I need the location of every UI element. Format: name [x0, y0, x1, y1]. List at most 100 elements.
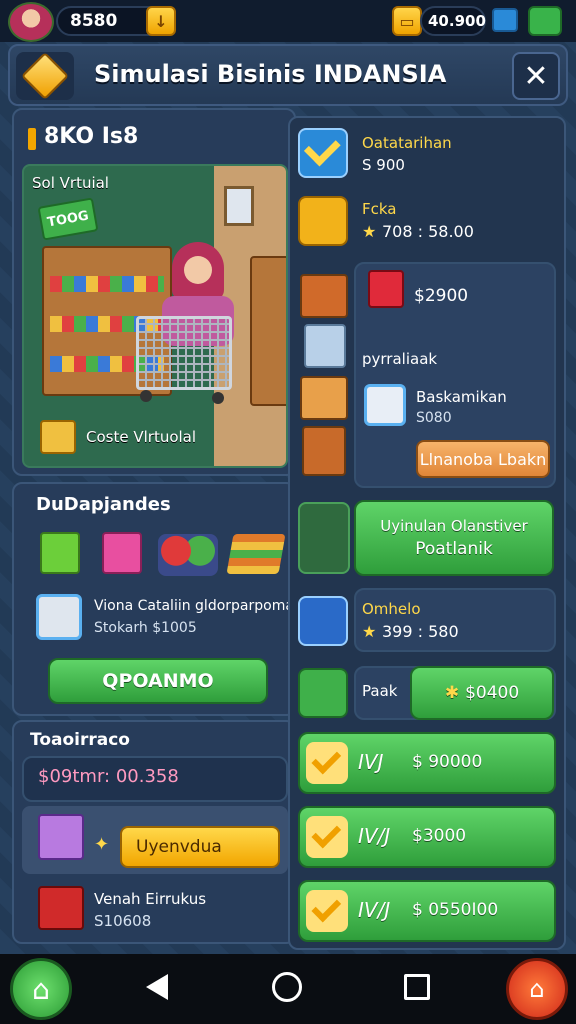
promo-line1: Uyinulan Olanstiver	[380, 517, 528, 535]
offer-button-label: Llnanoba Lbakn	[419, 449, 547, 469]
reward-value: $ 90000	[412, 752, 483, 772]
shopkeeper-face	[184, 256, 212, 284]
pen-icon-box[interactable]	[298, 502, 350, 574]
status-bar: 8580 ↓ ▭ 40.900	[0, 0, 576, 42]
shop-button[interactable]: ⌂	[506, 958, 568, 1020]
balance-amount: $09tmr: 00.358	[38, 766, 179, 787]
crate-icon-1	[300, 274, 348, 318]
stat-row	[354, 588, 556, 652]
gift-price: $2900	[414, 286, 469, 306]
chest-icon[interactable]: ▭	[392, 6, 422, 36]
buy-button[interactable]: QPOANMO	[48, 658, 268, 704]
task-check-icon[interactable]	[298, 128, 348, 178]
products-heading: DuDapjandes	[36, 494, 171, 515]
books-icon[interactable]	[226, 534, 286, 574]
shelf-row-1	[50, 276, 164, 292]
pack-label: Paak	[362, 682, 398, 700]
shopping-cart	[136, 316, 232, 390]
scene-label: Sol Vrtuial	[32, 174, 109, 192]
back-nav-icon[interactable]	[146, 974, 168, 1000]
transactions-panel: Toaoirraco $09tmr: 00.358 ✦ Uyenvdua Ven…	[12, 720, 296, 944]
gift-box-icon	[368, 270, 404, 308]
pack-star-icon: ✱	[444, 683, 460, 703]
spark-icon: ✦	[94, 834, 110, 855]
box-icon	[40, 420, 76, 454]
close-button[interactable]: ✕	[512, 52, 560, 100]
scene-sign-text: TOOG	[46, 207, 90, 231]
home-icon: ⌂	[32, 972, 50, 1006]
money-value: 8580	[70, 11, 118, 31]
pack-value: $0400	[465, 683, 520, 703]
add-gem-icon[interactable]	[528, 6, 562, 36]
gift-icon[interactable]	[102, 532, 142, 574]
task1-title: Oatatarihan	[362, 134, 452, 152]
promo-button[interactable]: Uyinulan Olanstiver Poatlanik	[354, 500, 554, 576]
crate-icon-4	[302, 426, 346, 476]
reward-code: IVJ	[358, 750, 384, 774]
navigation-bar: ⌂ ⌂	[0, 954, 576, 1024]
check-badge-icon	[306, 816, 348, 858]
reward-code: IV/J	[358, 898, 391, 922]
pack-button[interactable]: ✱ $0400	[410, 666, 554, 720]
transactions-heading: Toaoirraco	[30, 730, 130, 750]
cart-wheel-1	[140, 390, 152, 402]
offer-thumb[interactable]	[364, 384, 406, 426]
stat-value: 399 : 580	[382, 622, 459, 641]
task2-title: Fcka	[362, 200, 397, 218]
wall-frame	[224, 186, 254, 226]
offer-section-label: pyrraliaak	[362, 350, 438, 368]
purple-box-icon	[38, 814, 84, 860]
home-button[interactable]: ⌂	[10, 958, 72, 1020]
crate-icon-2	[304, 324, 346, 368]
offer-button[interactable]: Llnanoba Lbakn	[416, 440, 550, 478]
store-scene[interactable]: Sol Vrtuial TOOG Coste Vlrtuolal	[22, 164, 288, 468]
promo-line2: Poatlanik	[415, 539, 493, 559]
upgrade-button-label: Uyenvdua	[136, 837, 222, 857]
store-heading-marker	[28, 128, 36, 150]
reward-row-1[interactable]: IVJ $ 90000	[298, 732, 556, 794]
red-box-icon	[38, 886, 84, 930]
close-icon: ✕	[523, 58, 549, 94]
task1-value: S 900	[362, 156, 405, 174]
scene-sign: TOOG	[37, 197, 99, 241]
mail-icon[interactable]	[492, 8, 518, 32]
box-label: Coste Vlrtuolal	[86, 428, 197, 446]
reward-row-2[interactable]: IV/J $3000	[298, 806, 556, 868]
vegetables-icon[interactable]	[158, 534, 218, 576]
envelope-icon[interactable]	[298, 196, 348, 246]
buy-button-label: QPOANMO	[102, 670, 214, 692]
offer-price: S080	[416, 410, 452, 426]
blueprint-icon[interactable]	[298, 596, 348, 646]
title-header: Simulasi Bisinis INDANSIA ✕	[8, 44, 568, 106]
bag-icon	[16, 51, 74, 101]
offer-name: Baskamikan	[416, 388, 507, 406]
reward-code: IV/J	[358, 824, 391, 848]
item-price: S10608	[94, 912, 152, 930]
products-panel: DuDapjandes Viona Cataliin gldorparpoma …	[12, 482, 296, 716]
product-price: Stokarh $1005	[94, 620, 197, 636]
task2-value: 708 : 58.00	[382, 222, 474, 241]
avatar[interactable]	[8, 2, 54, 42]
stat-star-icon: ★	[362, 622, 377, 641]
add-money-icon[interactable]: ↓	[146, 6, 176, 36]
check-badge-icon	[306, 890, 348, 932]
item-name: Venah Eirrukus	[94, 890, 207, 908]
upgrade-button[interactable]: Uyenvdua	[120, 826, 280, 868]
star-icon: ★	[362, 222, 377, 241]
page-title: Simulasi Bisinis INDANSIA	[94, 60, 447, 88]
brush-icon[interactable]	[298, 668, 348, 718]
recents-nav-icon[interactable]	[404, 974, 430, 1000]
product-name: Viona Cataliin gldorparpoma	[94, 598, 294, 614]
home-nav-icon[interactable]	[272, 972, 302, 1002]
store-panel: 8KO Is8 Sol Vrtuial TOOG Coste Vlrtuolal	[12, 108, 296, 476]
reward-row-3[interactable]: IV/J $ 0550I00	[298, 880, 556, 942]
store-heading: 8KO Is8	[44, 124, 139, 149]
ticket-icon[interactable]	[40, 532, 80, 574]
product-thumb[interactable]	[36, 594, 82, 640]
gem-value: 40.900	[428, 12, 486, 30]
shelf-right	[250, 256, 286, 406]
shop-icon: ⌂	[529, 975, 545, 1003]
reward-value: $ 0550I00	[412, 900, 499, 920]
stat-title: Omhelo	[362, 600, 421, 618]
reward-value: $3000	[412, 826, 467, 846]
